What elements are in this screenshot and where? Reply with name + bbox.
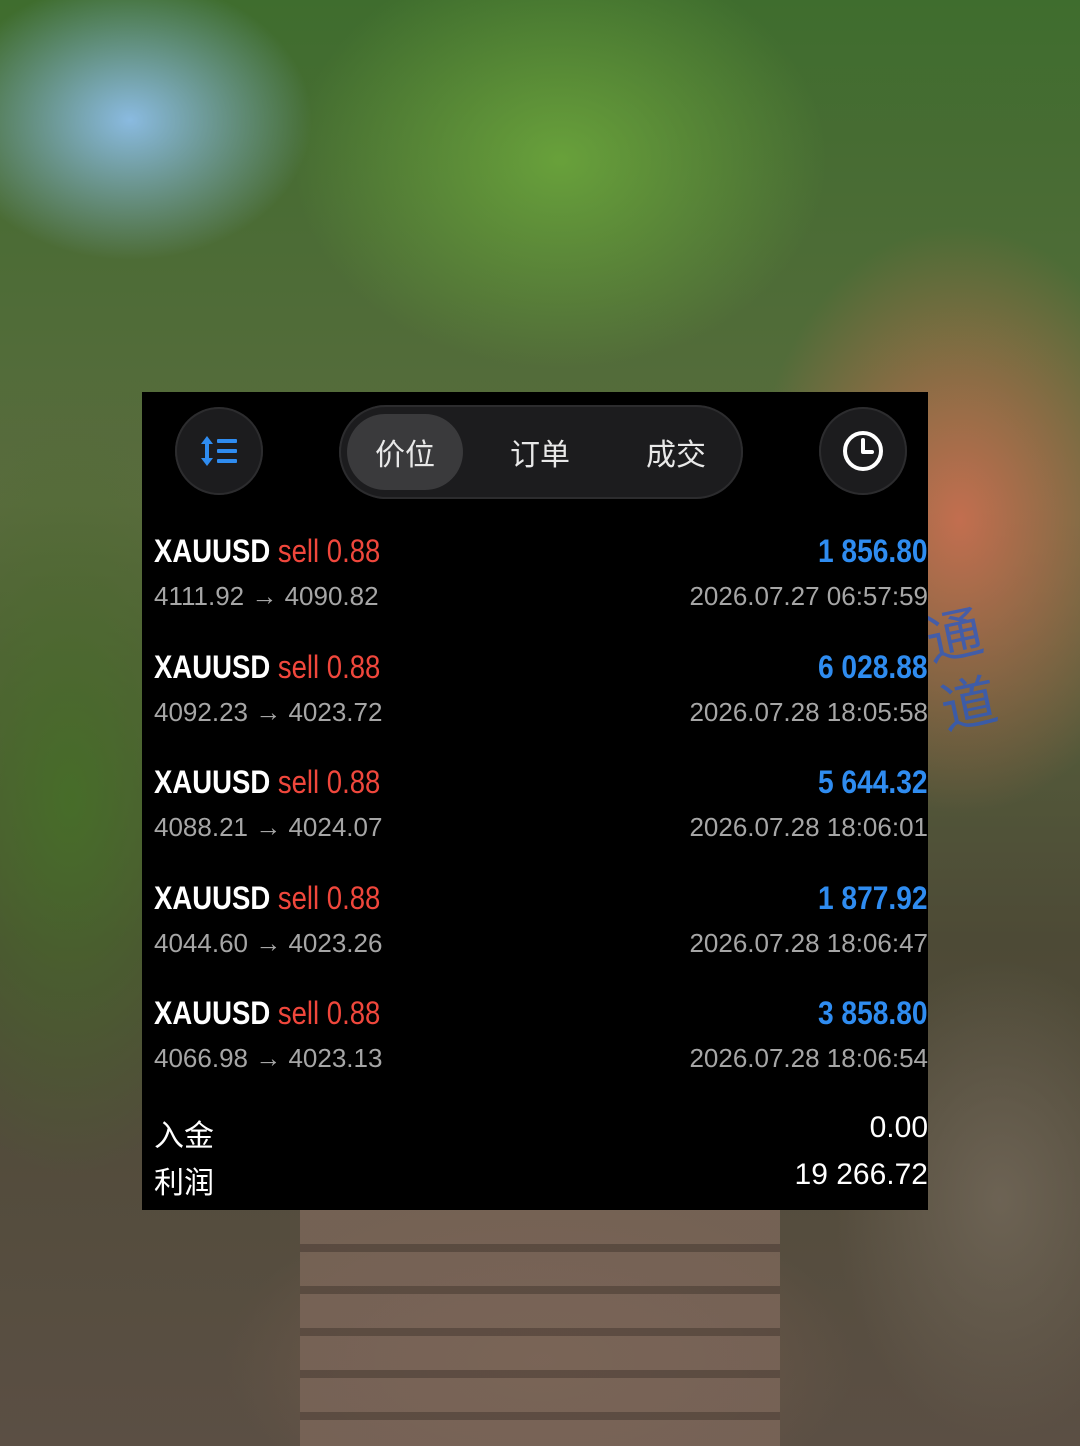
- tab-positions[interactable]: 价位: [347, 414, 463, 490]
- trade-profit: 1 856.80: [818, 533, 928, 569]
- tab-orders[interactable]: 订单: [482, 414, 598, 490]
- deposit-value: 0.00: [869, 1111, 928, 1144]
- trade-prices: 4092.23 → 4023.72: [154, 697, 382, 728]
- trade-volume: 0.88: [326, 995, 381, 1032]
- arrow-icon: →: [255, 1043, 282, 1074]
- close-price: 4023.13: [288, 1043, 383, 1074]
- trade-time: 2026.07.27 06:57:59: [689, 581, 928, 611]
- close-price: 4090.82: [284, 581, 379, 611]
- trade-list: XAUUSD sell 0.88 4111.92 → 4090.82 1 856…: [154, 525, 928, 1103]
- trade-title: XAUUSD sell 0.88: [154, 533, 380, 570]
- trade-prices: 4088.21 → 4024.07: [154, 812, 382, 843]
- trade-time: 2026.07.28 18:06:47: [689, 927, 928, 958]
- background-stairs: [300, 1210, 780, 1446]
- trade-volume: 0.88: [326, 648, 381, 685]
- trade-symbol: XAUUSD: [154, 995, 271, 1032]
- trade-side: sell: [277, 533, 320, 569]
- deposit-label: 入金: [154, 1119, 214, 1154]
- history-period-button[interactable]: [819, 407, 907, 495]
- trade-row[interactable]: XAUUSD sell 0.88 4092.23 → 4023.72 6 028…: [154, 641, 928, 757]
- trade-prices: 4111.92 → 4090.82: [154, 581, 379, 612]
- arrow-icon: →: [251, 581, 278, 611]
- trade-row[interactable]: XAUUSD sell 0.88 4088.21 → 4024.07 5 644…: [154, 756, 928, 872]
- trade-volume: 0.88: [326, 879, 381, 916]
- open-price: 4088.21: [154, 812, 248, 843]
- trade-profit: 6 028.88: [818, 648, 928, 685]
- profit-total: 19 266.72: [794, 1158, 928, 1191]
- view-tabs: 价位 订单 成交: [339, 405, 743, 499]
- trade-symbol: XAUUSD: [154, 764, 271, 801]
- account-summary: 入金 0.00 利润 19 266.72: [154, 1107, 928, 1201]
- close-price: 4023.72: [288, 696, 383, 727]
- summary-row-deposit: 入金 0.00: [154, 1107, 928, 1154]
- trade-symbol: XAUUSD: [154, 648, 271, 685]
- close-price: 4024.07: [288, 812, 383, 843]
- open-price: 4044.60: [154, 927, 248, 958]
- trade-history-panel: 价位 订单 成交 XAUUSD sell 0.88 4111.92 → 4090…: [142, 392, 928, 1210]
- open-price: 4092.23: [154, 696, 248, 727]
- trade-volume: 0.88: [326, 764, 381, 801]
- close-price: 4023.26: [288, 927, 383, 958]
- trade-prices: 4066.98 → 4023.13: [154, 1043, 382, 1074]
- trade-row[interactable]: XAUUSD sell 0.88 4066.98 → 4023.13 3 858…: [154, 987, 928, 1103]
- summary-row-profit: 利润 19 266.72: [154, 1154, 928, 1201]
- trade-row[interactable]: XAUUSD sell 0.88 4111.92 → 4090.82 1 856…: [154, 525, 928, 641]
- trade-profit: 3 858.80: [818, 995, 928, 1032]
- trade-time: 2026.07.28 18:06:01: [689, 812, 928, 843]
- open-price: 4066.98: [154, 1043, 248, 1074]
- trade-row[interactable]: XAUUSD sell 0.88 4044.60 → 4023.26 1 877…: [154, 872, 928, 988]
- trade-time: 2026.07.28 18:05:58: [689, 696, 928, 727]
- trade-side: sell: [277, 995, 320, 1032]
- sort-icon: [201, 436, 237, 466]
- arrow-icon: →: [255, 812, 282, 843]
- trade-title: XAUUSD sell 0.88: [154, 649, 380, 686]
- trade-title: XAUUSD sell 0.88: [154, 995, 380, 1032]
- arrow-icon: →: [255, 927, 282, 958]
- profit-label: 利润: [154, 1166, 214, 1201]
- trade-side: sell: [277, 648, 320, 685]
- trade-time: 2026.07.28 18:06:54: [689, 1043, 928, 1074]
- trade-side: sell: [277, 764, 320, 801]
- trade-symbol: XAUUSD: [154, 879, 271, 916]
- trade-profit: 1 877.92: [818, 879, 928, 916]
- trade-prices: 4044.60 → 4023.26: [154, 928, 382, 959]
- trade-volume: 0.88: [326, 533, 381, 569]
- open-price: 4111.92: [154, 581, 245, 611]
- trade-symbol: XAUUSD: [154, 533, 271, 569]
- sort-button[interactable]: [175, 407, 263, 495]
- clock-icon: [843, 431, 883, 471]
- trade-profit: 5 644.32: [818, 764, 928, 801]
- arrow-icon: →: [255, 696, 282, 727]
- trade-title: XAUUSD sell 0.88: [154, 764, 380, 801]
- trade-title: XAUUSD sell 0.88: [154, 880, 380, 917]
- trade-side: sell: [277, 879, 320, 916]
- tab-deals[interactable]: 成交: [618, 414, 734, 490]
